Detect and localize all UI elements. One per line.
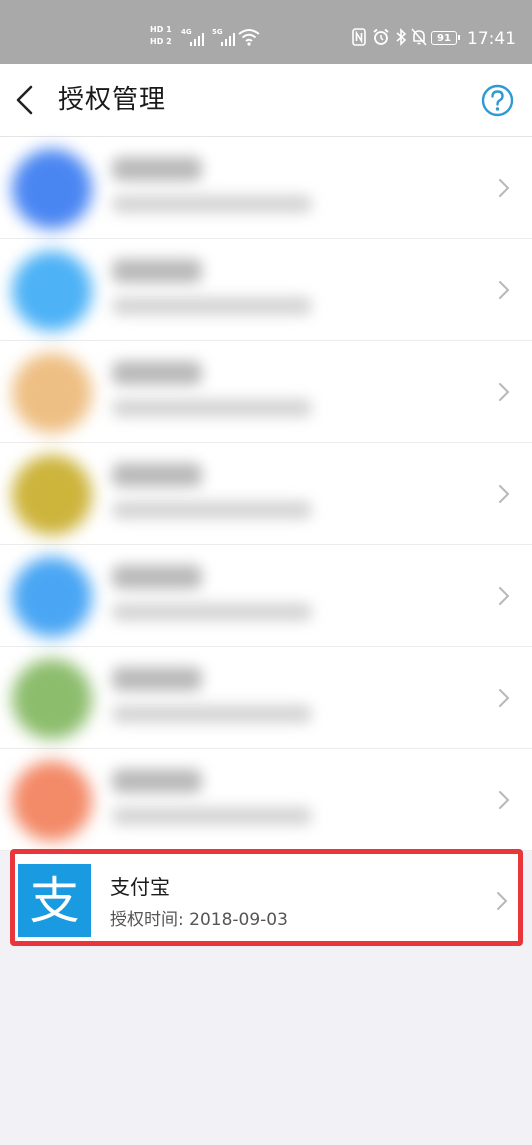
app-avatar [12, 557, 92, 637]
chevron-right-icon [499, 791, 510, 809]
chevron-right-icon [499, 179, 510, 197]
app-subtitle-blurred [112, 501, 312, 519]
bluetooth-icon [396, 28, 407, 46]
app-row[interactable] [0, 341, 532, 443]
app-subtitle-blurred [112, 603, 312, 621]
nav-header: 授权管理 [0, 64, 532, 137]
app-row[interactable] [0, 647, 532, 749]
app-avatar [12, 659, 92, 739]
app-subtitle-blurred [112, 399, 312, 417]
sim-indicators: HD 1 HD 2 [150, 24, 178, 54]
alipay-logo-icon: 支 [18, 864, 91, 937]
chevron-left-icon[interactable] [14, 84, 36, 116]
authorization-time: 授权时间: 2018-09-03 [110, 910, 288, 930]
question-circle-icon[interactable] [481, 84, 514, 117]
app-avatar [12, 251, 92, 331]
app-avatar [12, 761, 92, 841]
chevron-right-icon [499, 383, 510, 401]
app-name-blurred [112, 667, 202, 691]
app-name-blurred [112, 565, 202, 589]
app-name-blurred [112, 361, 202, 385]
alarm-icon [373, 28, 389, 45]
app-row-alipay[interactable]: 支 支付宝 授权时间: 2018-09-03 [10, 849, 523, 946]
status-bar: HD 1 HD 2 4G 5G 91 17:41 [0, 0, 532, 64]
sim1-label: HD 1 [150, 25, 172, 34]
app-row[interactable] [0, 239, 532, 341]
chevron-right-icon [499, 689, 510, 707]
app-avatar [12, 353, 92, 433]
app-name: 支付宝 [110, 875, 170, 899]
mute-icon [411, 28, 427, 46]
app-subtitle-blurred [112, 195, 312, 213]
app-subtitle-blurred [112, 297, 312, 315]
app-name-blurred [112, 157, 202, 181]
authorized-app-list [0, 137, 532, 851]
page-title: 授权管理 [58, 85, 167, 115]
battery-icon: 91 [431, 31, 460, 45]
nfc-icon [352, 28, 366, 46]
alipay-logo-glyph: 支 [30, 872, 80, 930]
network-type-1: 4G [181, 28, 192, 36]
app-subtitle-blurred [112, 705, 312, 723]
app-row[interactable] [0, 749, 532, 851]
app-name-blurred [112, 259, 202, 283]
chevron-right-icon [499, 485, 510, 503]
app-row[interactable] [0, 443, 532, 545]
app-name-blurred [112, 769, 202, 793]
app-name-blurred [112, 463, 202, 487]
wifi-icon [238, 29, 260, 46]
app-avatar [12, 455, 92, 535]
chevron-right-icon [497, 892, 508, 910]
app-avatar [12, 149, 92, 229]
chevron-right-icon [499, 587, 510, 605]
network-type-2: 5G [212, 28, 223, 36]
app-row[interactable] [0, 137, 532, 239]
chevron-right-icon [499, 281, 510, 299]
clock-time: 17:41 [467, 29, 516, 49]
sim2-label: HD 2 [150, 37, 172, 46]
app-row[interactable] [0, 545, 532, 647]
app-subtitle-blurred [112, 807, 312, 825]
